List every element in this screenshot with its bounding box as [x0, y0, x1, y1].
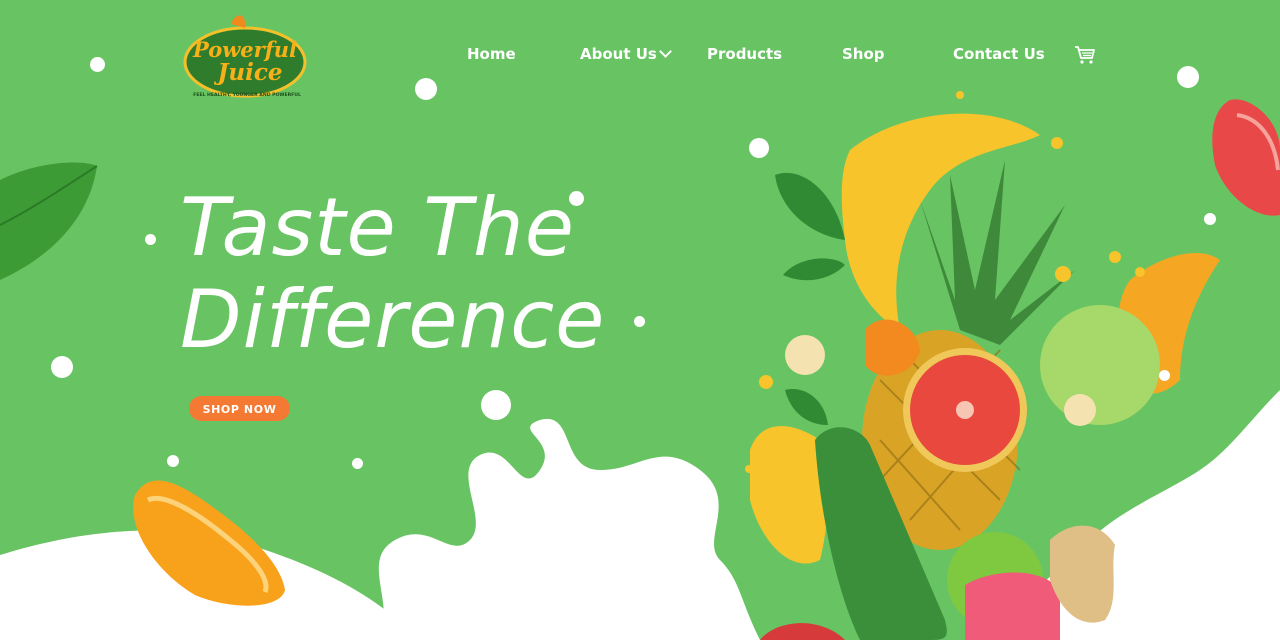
decor-dot — [51, 356, 73, 378]
decor-dot — [352, 458, 363, 469]
nav-about-us-label: About Us — [580, 45, 657, 63]
nav-about-us[interactable]: About Us — [580, 45, 672, 63]
hero-title-line2: Difference — [180, 273, 606, 366]
nav-contact-us[interactable]: Contact Us — [953, 45, 1045, 63]
landing-page: Powerful Juice FEEL HEALTHY, YOUNGER AND… — [0, 0, 1280, 640]
cart-icon[interactable] — [1074, 45, 1096, 65]
hero-title-line1: Taste The — [180, 181, 575, 274]
decor-dot — [481, 390, 511, 420]
decor-dot — [167, 455, 179, 467]
leaf-left — [0, 162, 97, 280]
logo-tagline: FEEL HEALTHY, YOUNGER AND POWERFUL — [193, 92, 301, 98]
decor-dot — [1159, 370, 1170, 381]
shop-now-button[interactable]: SHOP NOW — [189, 396, 290, 421]
nav-shop[interactable]: Shop — [842, 45, 885, 63]
decor-dot — [415, 78, 437, 100]
chevron-down-icon — [658, 45, 672, 58]
decor-dot — [1204, 213, 1216, 225]
decor-dot — [145, 234, 156, 245]
decor-dot — [634, 316, 645, 327]
hero-title: Taste The Difference — [180, 182, 605, 366]
decor-dot — [749, 138, 769, 158]
milk-splash-center — [378, 418, 760, 640]
nav-products[interactable]: Products — [707, 45, 782, 63]
nav-home[interactable]: Home — [467, 45, 516, 63]
decor-dot — [1177, 66, 1199, 88]
